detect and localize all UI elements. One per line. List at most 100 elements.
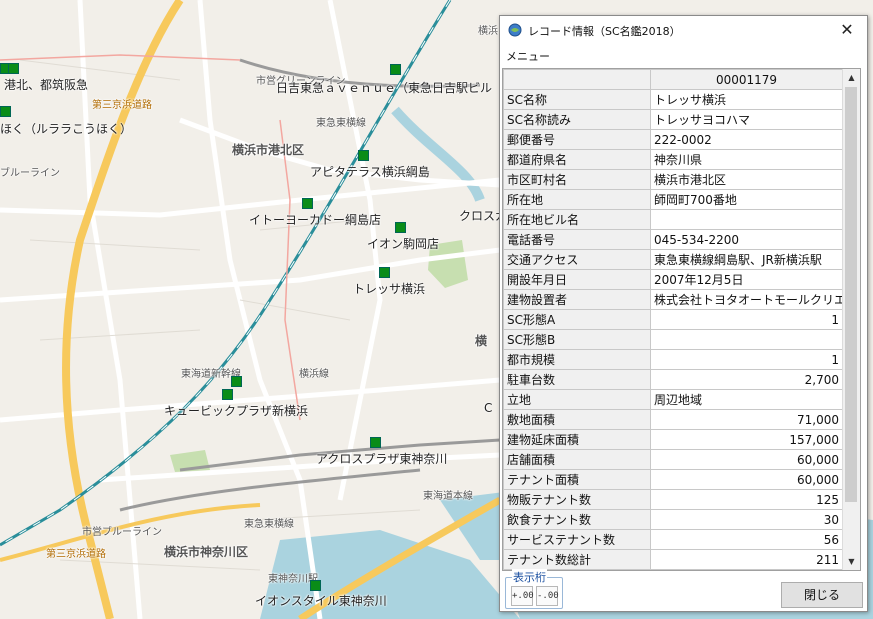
store-marker[interactable] bbox=[370, 437, 381, 448]
map-label-toyoko-line: 東急東横線 bbox=[316, 118, 366, 129]
field-value[interactable]: 71,000 bbox=[650, 409, 843, 430]
field-value[interactable]: 157,000 bbox=[650, 429, 843, 450]
decrease-digits-button[interactable]: -.00 bbox=[536, 586, 559, 606]
field-value[interactable]: 1 bbox=[650, 309, 843, 330]
map-label-lalaport: ほく（ルララこうほく） bbox=[0, 122, 133, 136]
record-row[interactable]: 立地 周辺地域 bbox=[503, 389, 843, 410]
field-value[interactable]: 125 bbox=[650, 489, 843, 510]
record-row[interactable]: 電話番号 045-534-2200 bbox=[503, 229, 843, 250]
record-row[interactable]: SC形態B bbox=[503, 329, 843, 350]
field-value[interactable]: 60,000 bbox=[650, 449, 843, 470]
store-marker[interactable] bbox=[8, 63, 19, 74]
dialog-title: レコード情報（SC名鑑2018） bbox=[528, 25, 681, 38]
map-label-apita: アピタテラス横浜綱島 bbox=[310, 165, 430, 179]
record-row[interactable]: 物販テナント数 125 bbox=[503, 489, 843, 510]
field-label: 所在地 bbox=[503, 189, 651, 210]
store-marker[interactable] bbox=[302, 198, 313, 209]
map-label-blue-line: ブルーライン bbox=[0, 168, 60, 179]
field-label: 飲食テナント数 bbox=[503, 509, 651, 530]
record-row[interactable]: 都市規模 1 bbox=[503, 349, 843, 370]
map-label-c-right: C bbox=[484, 401, 493, 415]
store-marker[interactable] bbox=[0, 106, 11, 117]
field-value[interactable]: 横浜市港北区 bbox=[650, 169, 843, 190]
record-info-dialog: レコード情報（SC名鑑2018） ✕ メニュー 00001179 SC名称 トレッ… bbox=[499, 15, 868, 612]
record-row[interactable]: 建物延床面積 157,000 bbox=[503, 429, 843, 450]
menu-item-menu[interactable]: メニュー bbox=[504, 48, 552, 64]
record-row[interactable]: SC形態A 1 bbox=[503, 309, 843, 330]
store-marker[interactable] bbox=[310, 580, 321, 591]
record-id: 00001179 bbox=[650, 69, 843, 90]
store-marker[interactable] bbox=[358, 150, 369, 161]
field-label: 物販テナント数 bbox=[503, 489, 651, 510]
store-marker[interactable] bbox=[390, 64, 401, 75]
record-row[interactable]: 駐車台数 2,700 bbox=[503, 369, 843, 390]
map-label-tressa: トレッサ横浜 bbox=[353, 282, 426, 296]
field-label: 所在地ビル名 bbox=[503, 209, 651, 230]
map-label-yokohama-line: 横浜線 bbox=[299, 369, 329, 380]
field-value[interactable]: トレッサヨコハマ bbox=[650, 109, 843, 130]
field-value[interactable]: 2007年12月5日 bbox=[650, 269, 843, 290]
record-grid[interactable]: 00001179 SC名称 トレッサ横浜 SC名称読み トレッサヨコハマ 郵便番号 222… bbox=[502, 68, 861, 571]
dialog-titlebar[interactable]: レコード情報（SC名鑑2018） ✕ bbox=[500, 16, 867, 46]
field-value[interactable]: 30 bbox=[650, 509, 843, 530]
field-value[interactable]: トレッサ横浜 bbox=[650, 89, 843, 110]
map-label-kohoku-ward: 横浜市港北区 bbox=[232, 143, 305, 157]
field-value[interactable]: 045-534-2200 bbox=[650, 229, 843, 250]
store-marker[interactable] bbox=[379, 267, 390, 278]
store-marker[interactable] bbox=[395, 222, 406, 233]
field-label: テナント数総計 bbox=[503, 549, 651, 570]
record-id-label-cell bbox=[503, 69, 651, 90]
field-label: 開設年月日 bbox=[503, 269, 651, 290]
field-value[interactable]: 師岡町700番地 bbox=[650, 189, 843, 210]
record-row[interactable]: 郵便番号 222-0002 bbox=[503, 129, 843, 150]
close-icon[interactable]: ✕ bbox=[833, 18, 861, 42]
field-value[interactable]: 周辺地域 bbox=[650, 389, 843, 410]
map-label-yokohama-top: 横浜 bbox=[478, 26, 498, 37]
record-row[interactable]: 市区町村名 横浜市港北区 bbox=[503, 169, 843, 190]
increase-digits-button[interactable]: +.00 bbox=[511, 586, 534, 606]
record-row[interactable]: 交通アクセス 東急東横線綱島駅、JR新横浜駅 bbox=[503, 249, 843, 270]
scroll-up-arrow-icon[interactable]: ▲ bbox=[843, 69, 860, 86]
record-row[interactable]: 所在地 師岡町700番地 bbox=[503, 189, 843, 210]
field-label: 店舗面積 bbox=[503, 449, 651, 470]
record-row[interactable]: 店舗面積 60,000 bbox=[503, 449, 843, 470]
field-value[interactable]: 神奈川県 bbox=[650, 149, 843, 170]
field-label: 駐車台数 bbox=[503, 369, 651, 390]
field-value[interactable]: 1 bbox=[650, 349, 843, 370]
record-row[interactable]: 建物設置者 株式会社トヨタオートモールクリエイ bbox=[503, 289, 843, 310]
field-value[interactable] bbox=[650, 209, 843, 230]
field-value[interactable] bbox=[650, 329, 843, 350]
close-button[interactable]: 閉じる bbox=[781, 582, 863, 608]
vertical-scrollbar[interactable]: ▲ ▼ bbox=[842, 69, 860, 570]
field-label: 電話番号 bbox=[503, 229, 651, 250]
field-label: 立地 bbox=[503, 389, 651, 410]
record-row[interactable]: 所在地ビル名 bbox=[503, 209, 843, 230]
field-label: サービステナント数 bbox=[503, 529, 651, 550]
field-value[interactable]: 222-0002 bbox=[650, 129, 843, 150]
record-row[interactable]: 敷地面積 71,000 bbox=[503, 409, 843, 430]
map-label-hokuso: 港北、都筑阪急 bbox=[4, 78, 89, 92]
field-value[interactable]: 60,000 bbox=[650, 469, 843, 490]
field-value[interactable]: 株式会社トヨタオートモールクリエイ bbox=[650, 289, 843, 310]
record-row[interactable]: 開設年月日 2007年12月5日 bbox=[503, 269, 843, 290]
record-row[interactable]: テナント数総計 211 bbox=[503, 549, 843, 570]
map-label-dai3-keihin-bottom: 第三京浜道路 bbox=[46, 549, 106, 560]
record-row[interactable]: SC名称 トレッサ横浜 bbox=[503, 89, 843, 110]
store-marker[interactable] bbox=[222, 389, 233, 400]
field-value[interactable]: 56 bbox=[650, 529, 843, 550]
store-marker[interactable] bbox=[231, 376, 242, 387]
scroll-down-arrow-icon[interactable]: ▼ bbox=[843, 553, 860, 570]
field-label: 建物延床面積 bbox=[503, 429, 651, 450]
map-label-itoyokado: イトーヨーカドー綱島店 bbox=[249, 213, 382, 227]
scroll-thumb[interactable] bbox=[845, 87, 857, 502]
map-label-toyoko-line-bottom: 東急東横線 bbox=[244, 519, 294, 530]
field-value[interactable]: 2,700 bbox=[650, 369, 843, 390]
record-row[interactable]: 都道府県名 神奈川県 bbox=[503, 149, 843, 170]
record-row[interactable]: サービステナント数 56 bbox=[503, 529, 843, 550]
record-row[interactable]: 飲食テナント数 30 bbox=[503, 509, 843, 530]
field-label: 市区町村名 bbox=[503, 169, 651, 190]
record-row[interactable]: テナント面積 60,000 bbox=[503, 469, 843, 490]
field-value[interactable]: 211 bbox=[650, 549, 843, 570]
record-row[interactable]: SC名称読み トレッサヨコハマ bbox=[503, 109, 843, 130]
field-value[interactable]: 東急東横線綱島駅、JR新横浜駅 bbox=[650, 249, 843, 270]
